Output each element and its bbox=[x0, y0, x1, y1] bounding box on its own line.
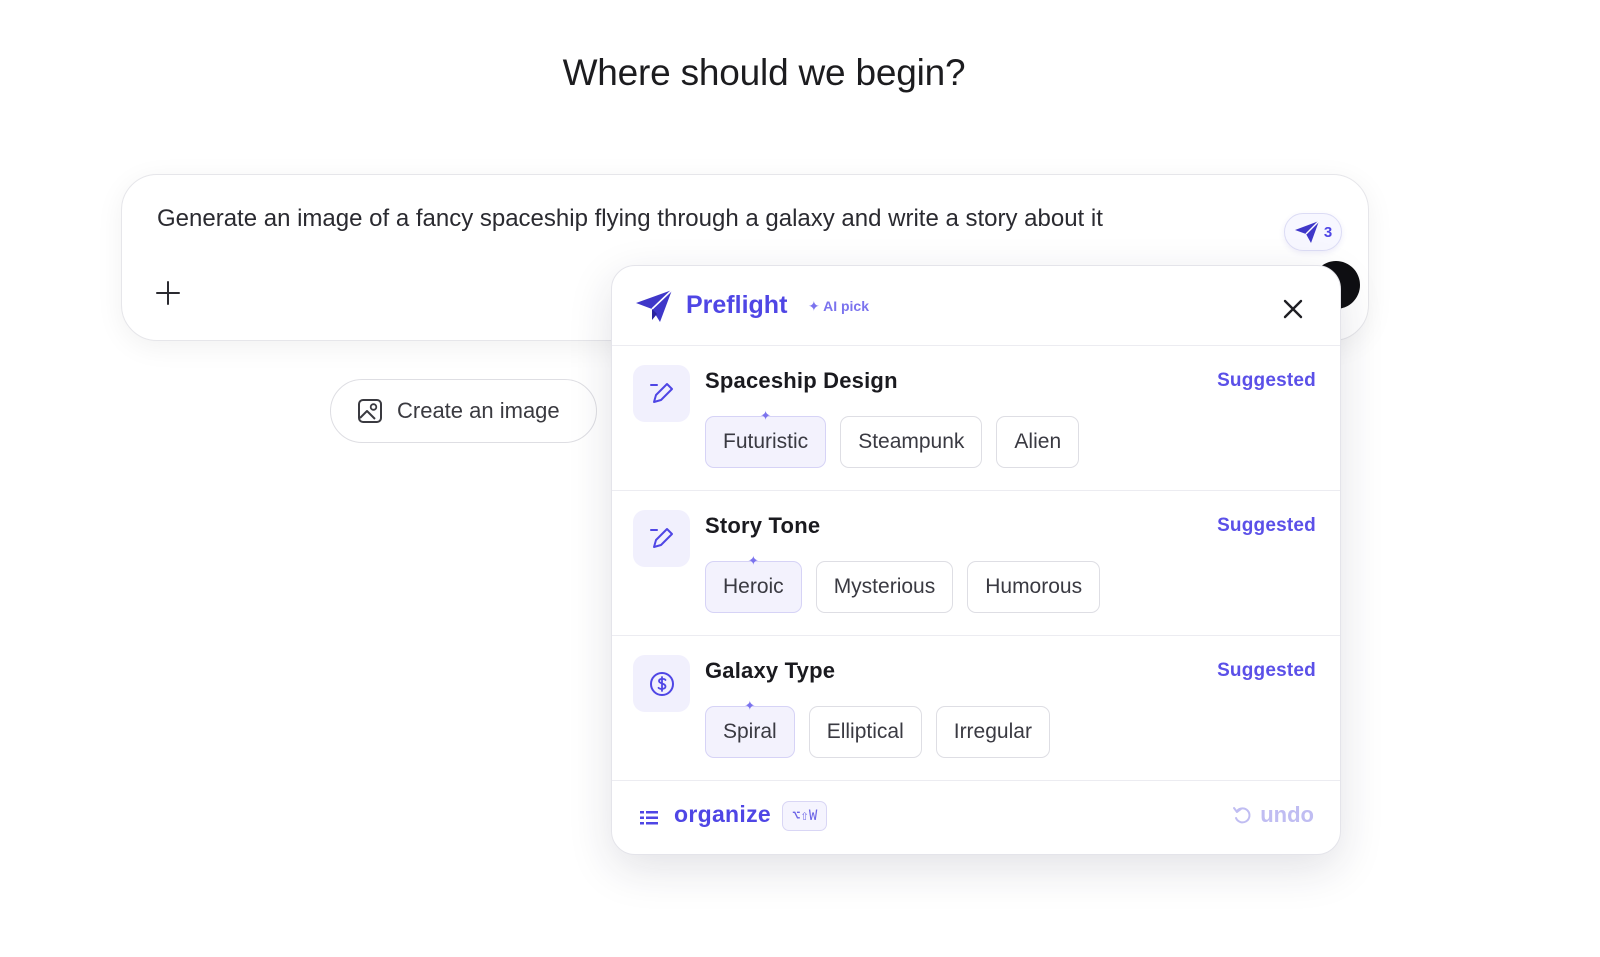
paper-plane-icon bbox=[1294, 220, 1320, 243]
image-icon bbox=[358, 399, 382, 423]
pencil-icon bbox=[649, 527, 673, 548]
undo-label: undo bbox=[1260, 802, 1314, 827]
prompt-input[interactable]: Generate an image of a fancy spaceship f… bbox=[157, 205, 1103, 233]
preflight-header: Preflight ✦ AI pick bbox=[612, 266, 1340, 346]
option-label: Elliptical bbox=[826, 720, 904, 743]
option-label: Steampunk bbox=[858, 430, 965, 453]
dollar-circle-icon bbox=[649, 671, 674, 696]
plus-icon bbox=[156, 281, 180, 305]
create-image-label: Create an image bbox=[397, 398, 560, 423]
section-icon bbox=[633, 365, 690, 422]
ai-pick-label: ✦ AI pick bbox=[808, 298, 870, 314]
option-irregular[interactable]: Irregular bbox=[935, 706, 1050, 758]
preflight-badge[interactable]: 3 bbox=[1284, 213, 1342, 251]
ai-pick-spark-icon: ✦ bbox=[760, 408, 772, 423]
option-label: Mysterious bbox=[833, 575, 936, 598]
option-label: Alien bbox=[1014, 430, 1062, 453]
option-futuristic[interactable]: ✦ Futuristic bbox=[705, 409, 827, 468]
option-group: ✦ Futuristic Steampunk Alien bbox=[705, 409, 1080, 468]
organize-button[interactable]: organize bbox=[674, 801, 771, 828]
list-icon bbox=[640, 811, 658, 825]
option-group: ✦ Spiral Elliptical Irregular bbox=[705, 699, 1050, 758]
option-group: ✦ Heroic Mysterious Humorous bbox=[705, 554, 1101, 613]
preflight-panel: Preflight ✦ AI pick Spaceship Design Sug… bbox=[611, 265, 1341, 855]
create-image-button[interactable]: Create an image bbox=[330, 379, 597, 443]
paper-plane-icon bbox=[636, 289, 673, 322]
close-button[interactable] bbox=[1278, 294, 1308, 324]
option-label: Futuristic bbox=[723, 430, 809, 453]
add-attachment-button[interactable] bbox=[148, 273, 188, 313]
option-alien[interactable]: Alien bbox=[996, 416, 1080, 468]
section-icon bbox=[633, 510, 690, 567]
section-spaceship-design: Spaceship Design Suggested ✦ Futuristic … bbox=[612, 346, 1340, 491]
suggested-badge: Suggested bbox=[1217, 515, 1316, 536]
keyboard-shortcut: ⌥⇧W bbox=[782, 801, 828, 831]
preflight-footer: organize ⌥⇧W undo bbox=[612, 781, 1340, 853]
page-headline: Where should we begin? bbox=[562, 52, 966, 93]
option-humorous[interactable]: Humorous bbox=[967, 561, 1101, 613]
option-heroic[interactable]: ✦ Heroic bbox=[705, 554, 802, 613]
option-mysterious[interactable]: Mysterious bbox=[815, 561, 954, 613]
option-steampunk[interactable]: Steampunk bbox=[840, 416, 983, 468]
pencil-icon bbox=[649, 382, 673, 403]
ai-pick-spark-icon: ✦ bbox=[744, 698, 756, 713]
ai-pick-spark-icon: ✦ bbox=[747, 553, 759, 568]
option-label: Heroic bbox=[723, 575, 784, 598]
close-icon bbox=[1283, 299, 1303, 319]
section-title: Spaceship Design bbox=[705, 368, 898, 393]
suggested-badge: Suggested bbox=[1217, 370, 1316, 391]
option-label: Humorous bbox=[985, 575, 1083, 598]
undo-button[interactable]: undo bbox=[1232, 802, 1314, 828]
preflight-count: 3 bbox=[1323, 223, 1333, 241]
preflight-title: Preflight bbox=[686, 291, 788, 319]
section-title: Galaxy Type bbox=[705, 658, 836, 683]
option-spiral[interactable]: ✦ Spiral bbox=[705, 699, 795, 758]
section-icon bbox=[633, 655, 690, 712]
section-story-tone: Story Tone Suggested ✦ Heroic Mysterious… bbox=[612, 491, 1340, 636]
undo-icon bbox=[1233, 807, 1251, 824]
section-title: Story Tone bbox=[705, 513, 821, 538]
suggested-badge: Suggested bbox=[1217, 660, 1316, 681]
option-label: Irregular bbox=[953, 720, 1032, 743]
option-elliptical[interactable]: Elliptical bbox=[808, 706, 922, 758]
option-label: Spiral bbox=[723, 720, 777, 743]
section-galaxy-type: Galaxy Type Suggested ✦ Spiral Elliptica… bbox=[612, 636, 1340, 781]
